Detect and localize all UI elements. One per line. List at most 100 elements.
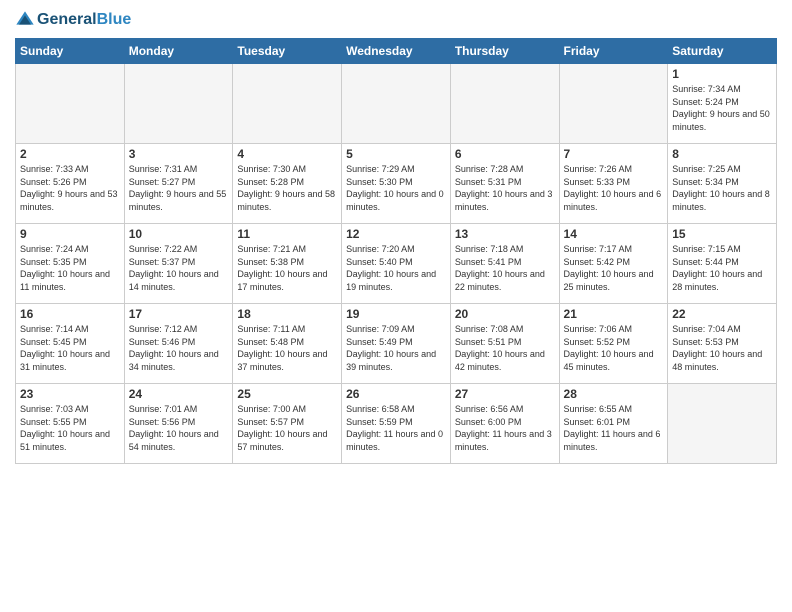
calendar-cell: 17 Sunrise: 7:12 AM Sunset: 5:46 PM Dayli…	[124, 304, 233, 384]
calendar-week-4: 16 Sunrise: 7:14 AM Sunset: 5:45 PM Dayli…	[16, 304, 777, 384]
day-info: Sunrise: 7:01 AM Sunset: 5:56 PM Dayligh…	[129, 403, 229, 453]
day-number: 15	[672, 227, 772, 241]
calendar-cell	[124, 64, 233, 144]
calendar-cell	[559, 64, 668, 144]
day-info: Sunrise: 7:30 AM Sunset: 5:28 PM Dayligh…	[237, 163, 337, 213]
day-number: 24	[129, 387, 229, 401]
day-number: 28	[564, 387, 664, 401]
calendar-cell: 28 Sunrise: 6:55 AM Sunset: 6:01 PM Dayli…	[559, 384, 668, 464]
day-number: 2	[20, 147, 120, 161]
weekday-header-wednesday: Wednesday	[342, 39, 451, 64]
calendar-cell	[668, 384, 777, 464]
page-header: GeneralBlue	[15, 10, 777, 30]
day-number: 12	[346, 227, 446, 241]
calendar-cell: 23 Sunrise: 7:03 AM Sunset: 5:55 PM Dayli…	[16, 384, 125, 464]
day-info: Sunrise: 7:18 AM Sunset: 5:41 PM Dayligh…	[455, 243, 555, 293]
day-info: Sunrise: 7:29 AM Sunset: 5:30 PM Dayligh…	[346, 163, 446, 213]
calendar-week-3: 9 Sunrise: 7:24 AM Sunset: 5:35 PM Daylig…	[16, 224, 777, 304]
day-number: 17	[129, 307, 229, 321]
day-info: Sunrise: 7:34 AM Sunset: 5:24 PM Dayligh…	[672, 83, 772, 133]
calendar-cell: 2 Sunrise: 7:33 AM Sunset: 5:26 PM Daylig…	[16, 144, 125, 224]
day-info: Sunrise: 7:09 AM Sunset: 5:49 PM Dayligh…	[346, 323, 446, 373]
day-info: Sunrise: 7:03 AM Sunset: 5:55 PM Dayligh…	[20, 403, 120, 453]
page-container: GeneralBlue SundayMondayTuesdayWednesday…	[0, 0, 792, 474]
calendar-cell: 7 Sunrise: 7:26 AM Sunset: 5:33 PM Daylig…	[559, 144, 668, 224]
calendar-cell: 20 Sunrise: 7:08 AM Sunset: 5:51 PM Dayli…	[450, 304, 559, 384]
day-info: Sunrise: 7:17 AM Sunset: 5:42 PM Dayligh…	[564, 243, 664, 293]
calendar-cell	[342, 64, 451, 144]
day-number: 13	[455, 227, 555, 241]
day-number: 22	[672, 307, 772, 321]
calendar-cell: 4 Sunrise: 7:30 AM Sunset: 5:28 PM Daylig…	[233, 144, 342, 224]
day-number: 14	[564, 227, 664, 241]
day-number: 18	[237, 307, 337, 321]
weekday-header-tuesday: Tuesday	[233, 39, 342, 64]
day-info: Sunrise: 7:08 AM Sunset: 5:51 PM Dayligh…	[455, 323, 555, 373]
day-info: Sunrise: 7:26 AM Sunset: 5:33 PM Dayligh…	[564, 163, 664, 213]
day-info: Sunrise: 7:14 AM Sunset: 5:45 PM Dayligh…	[20, 323, 120, 373]
calendar-cell: 22 Sunrise: 7:04 AM Sunset: 5:53 PM Dayli…	[668, 304, 777, 384]
weekday-header-sunday: Sunday	[16, 39, 125, 64]
calendar-cell: 26 Sunrise: 6:58 AM Sunset: 5:59 PM Dayli…	[342, 384, 451, 464]
day-info: Sunrise: 7:22 AM Sunset: 5:37 PM Dayligh…	[129, 243, 229, 293]
day-info: Sunrise: 7:15 AM Sunset: 5:44 PM Dayligh…	[672, 243, 772, 293]
calendar-cell: 8 Sunrise: 7:25 AM Sunset: 5:34 PM Daylig…	[668, 144, 777, 224]
day-number: 26	[346, 387, 446, 401]
calendar-cell: 27Sunrise: 6:56 AM Sunset: 6:00 PM Dayli…	[450, 384, 559, 464]
day-number: 5	[346, 147, 446, 161]
day-number: 9	[20, 227, 120, 241]
day-info: Sunrise: 7:00 AM Sunset: 5:57 PM Dayligh…	[237, 403, 337, 453]
logo-icon	[15, 10, 35, 30]
calendar-cell: 19 Sunrise: 7:09 AM Sunset: 5:49 PM Dayli…	[342, 304, 451, 384]
logo: GeneralBlue	[15, 10, 131, 30]
day-info: Sunrise: 7:06 AM Sunset: 5:52 PM Dayligh…	[564, 323, 664, 373]
calendar-week-2: 2 Sunrise: 7:33 AM Sunset: 5:26 PM Daylig…	[16, 144, 777, 224]
day-info: Sunrise: 7:12 AM Sunset: 5:46 PM Dayligh…	[129, 323, 229, 373]
day-number: 21	[564, 307, 664, 321]
day-number: 16	[20, 307, 120, 321]
day-number: 7	[564, 147, 664, 161]
day-number: 8	[672, 147, 772, 161]
calendar-week-5: 23 Sunrise: 7:03 AM Sunset: 5:55 PM Dayli…	[16, 384, 777, 464]
day-info: Sunrise: 7:04 AM Sunset: 5:53 PM Dayligh…	[672, 323, 772, 373]
calendar-cell: 12 Sunrise: 7:20 AM Sunset: 5:40 PM Dayli…	[342, 224, 451, 304]
day-number: 6	[455, 147, 555, 161]
calendar-cell: 10 Sunrise: 7:22 AM Sunset: 5:37 PM Dayli…	[124, 224, 233, 304]
day-number: 19	[346, 307, 446, 321]
calendar-cell	[16, 64, 125, 144]
day-info: Sunrise: 7:33 AM Sunset: 5:26 PM Dayligh…	[20, 163, 120, 213]
calendar-week-1: 1 Sunrise: 7:34 AM Sunset: 5:24 PM Daylig…	[16, 64, 777, 144]
day-number: 10	[129, 227, 229, 241]
day-number: 1	[672, 67, 772, 81]
calendar-cell: 6 Sunrise: 7:28 AM Sunset: 5:31 PM Daylig…	[450, 144, 559, 224]
day-number: 3	[129, 147, 229, 161]
calendar-cell	[233, 64, 342, 144]
day-number: 4	[237, 147, 337, 161]
day-info: Sunrise: 7:20 AM Sunset: 5:40 PM Dayligh…	[346, 243, 446, 293]
calendar-cell: 9 Sunrise: 7:24 AM Sunset: 5:35 PM Daylig…	[16, 224, 125, 304]
day-info: Sunrise: 7:31 AM Sunset: 5:27 PM Dayligh…	[129, 163, 229, 213]
day-number: 11	[237, 227, 337, 241]
day-info: Sunrise: 7:11 AM Sunset: 5:48 PM Dayligh…	[237, 323, 337, 373]
day-info: Sunrise: 7:28 AM Sunset: 5:31 PM Dayligh…	[455, 163, 555, 213]
calendar-cell: 11Sunrise: 7:21 AM Sunset: 5:38 PM Dayli…	[233, 224, 342, 304]
calendar-cell: 16 Sunrise: 7:14 AM Sunset: 5:45 PM Dayli…	[16, 304, 125, 384]
day-info: Sunrise: 7:24 AM Sunset: 5:35 PM Dayligh…	[20, 243, 120, 293]
day-info: Sunrise: 6:55 AM Sunset: 6:01 PM Dayligh…	[564, 403, 664, 453]
weekday-header-saturday: Saturday	[668, 39, 777, 64]
day-info: Sunrise: 7:25 AM Sunset: 5:34 PM Dayligh…	[672, 163, 772, 213]
calendar-cell	[450, 64, 559, 144]
day-number: 20	[455, 307, 555, 321]
calendar-cell: 14 Sunrise: 7:17 AM Sunset: 5:42 PM Dayli…	[559, 224, 668, 304]
weekday-header-thursday: Thursday	[450, 39, 559, 64]
calendar-cell: 24 Sunrise: 7:01 AM Sunset: 5:56 PM Dayli…	[124, 384, 233, 464]
logo-text: GeneralBlue	[37, 11, 131, 29]
day-number: 23	[20, 387, 120, 401]
day-number: 27	[455, 387, 555, 401]
calendar-cell: 5 Sunrise: 7:29 AM Sunset: 5:30 PM Daylig…	[342, 144, 451, 224]
weekday-header-monday: Monday	[124, 39, 233, 64]
calendar-cell: 15 Sunrise: 7:15 AM Sunset: 5:44 PM Dayli…	[668, 224, 777, 304]
calendar-cell: 13 Sunrise: 7:18 AM Sunset: 5:41 PM Dayli…	[450, 224, 559, 304]
weekday-header-row: SundayMondayTuesdayWednesdayThursdayFrid…	[16, 39, 777, 64]
day-info: Sunrise: 6:58 AM Sunset: 5:59 PM Dayligh…	[346, 403, 446, 453]
